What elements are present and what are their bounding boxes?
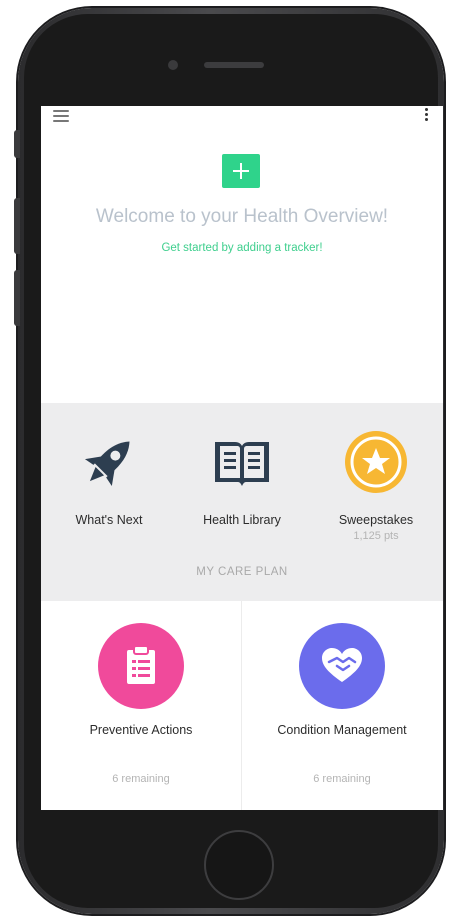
quick-link-label: What's Next	[75, 513, 143, 527]
mute-switch	[14, 130, 20, 158]
plus-icon	[233, 163, 249, 179]
open-book-icon	[215, 442, 269, 486]
quick-link-sweepstakes[interactable]: Sweepstakes 1,125 pts	[321, 427, 431, 542]
clipboard-icon	[98, 623, 184, 709]
star-badge-icon	[345, 431, 407, 493]
top-bar	[41, 106, 443, 130]
section-header-my-care-plan: MY CARE PLAN	[196, 566, 288, 578]
volume-up-button	[14, 198, 20, 254]
quick-link-label: Sweepstakes	[338, 513, 414, 527]
quick-link-health-library[interactable]: Health Library	[187, 427, 297, 527]
care-plan-cards: Preventive Actions 6 remaining Condition…	[41, 601, 443, 810]
card-title: Preventive Actions	[89, 723, 193, 737]
quick-link-label: Health Library	[203, 513, 281, 527]
hamburger-menu-icon[interactable]	[53, 110, 69, 122]
front-camera	[168, 60, 178, 70]
volume-down-button	[14, 270, 20, 326]
quick-link-whats-next[interactable]: What's Next	[54, 427, 164, 527]
card-remaining-count: 6 remaining	[313, 773, 371, 785]
card-condition-management[interactable]: Condition Management 6 remaining	[242, 601, 442, 810]
vertical-dots-icon[interactable]	[425, 108, 429, 124]
rocket-icon	[84, 441, 130, 487]
welcome-subtitle-link[interactable]: Get started by adding a tracker!	[41, 242, 443, 254]
heart-handshake-icon	[299, 623, 385, 709]
card-title: Condition Management	[277, 723, 407, 737]
card-preventive-actions[interactable]: Preventive Actions 6 remaining	[41, 601, 241, 810]
earpiece-speaker	[204, 62, 264, 68]
card-remaining-count: 6 remaining	[112, 773, 170, 785]
quick-links-section: What's Next Health Library Sweepstakes 1…	[41, 403, 443, 601]
points-balance: 1,125 pts	[353, 530, 399, 542]
home-button[interactable]	[204, 830, 274, 900]
add-tracker-button[interactable]	[222, 154, 260, 188]
app-screen: Welcome to your Health Overview! Get sta…	[41, 106, 443, 810]
welcome-title: Welcome to your Health Overview!	[95, 206, 389, 227]
